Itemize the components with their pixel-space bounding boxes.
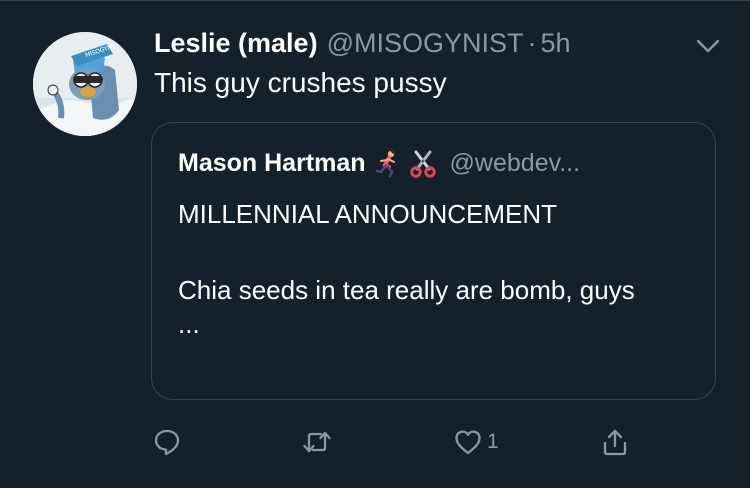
chevron-down-icon[interactable] bbox=[693, 33, 723, 59]
avatar-image: MISOGYNY bbox=[33, 32, 137, 136]
quoted-display-name: Mason Hartman bbox=[178, 148, 366, 177]
reply-button[interactable] bbox=[152, 424, 182, 460]
share-button[interactable] bbox=[600, 424, 630, 460]
quoted-tweet-card[interactable]: Mason Hartman @webdev... MILLENNIAL ANNO… bbox=[151, 122, 716, 400]
heart-icon bbox=[455, 430, 481, 455]
display-name[interactable]: Leslie (male) bbox=[154, 28, 318, 59]
quoted-tweet-text: MILLENNIAL ANNOUNCEMENT Chia seeds in te… bbox=[178, 195, 698, 339]
tweet-header: Leslie (male) @MISOGYNIST · 5h bbox=[154, 28, 571, 64]
tweet-text: This guy crushes pussy bbox=[154, 67, 447, 98]
share-icon bbox=[603, 429, 627, 456]
separator-dot: · bbox=[527, 28, 537, 58]
quoted-tweet-header: Mason Hartman @webdev... bbox=[178, 145, 580, 181]
like-button[interactable]: 1 bbox=[453, 424, 499, 460]
running-woman-icon bbox=[372, 148, 402, 178]
reply-icon bbox=[154, 429, 180, 456]
quoted-text-line: Chia seeds in tea really are bomb, guys bbox=[178, 275, 635, 305]
user-handle[interactable]: @MISOGYNIST bbox=[327, 28, 524, 59]
tweet-actions: 1 bbox=[0, 424, 750, 460]
retweet-icon bbox=[303, 431, 331, 453]
timestamp[interactable]: 5h bbox=[541, 28, 571, 59]
quoted-text-ellipsis: ... bbox=[178, 309, 200, 339]
retweet-button[interactable] bbox=[302, 424, 332, 460]
quoted-user-handle: @webdev... bbox=[449, 148, 581, 177]
avatar[interactable]: MISOGYNY bbox=[33, 32, 137, 136]
top-divider bbox=[0, 0, 750, 1]
scissors-icon bbox=[408, 148, 438, 178]
quoted-text-line: MILLENNIAL ANNOUNCEMENT bbox=[178, 199, 557, 229]
like-count: 1 bbox=[487, 430, 499, 453]
